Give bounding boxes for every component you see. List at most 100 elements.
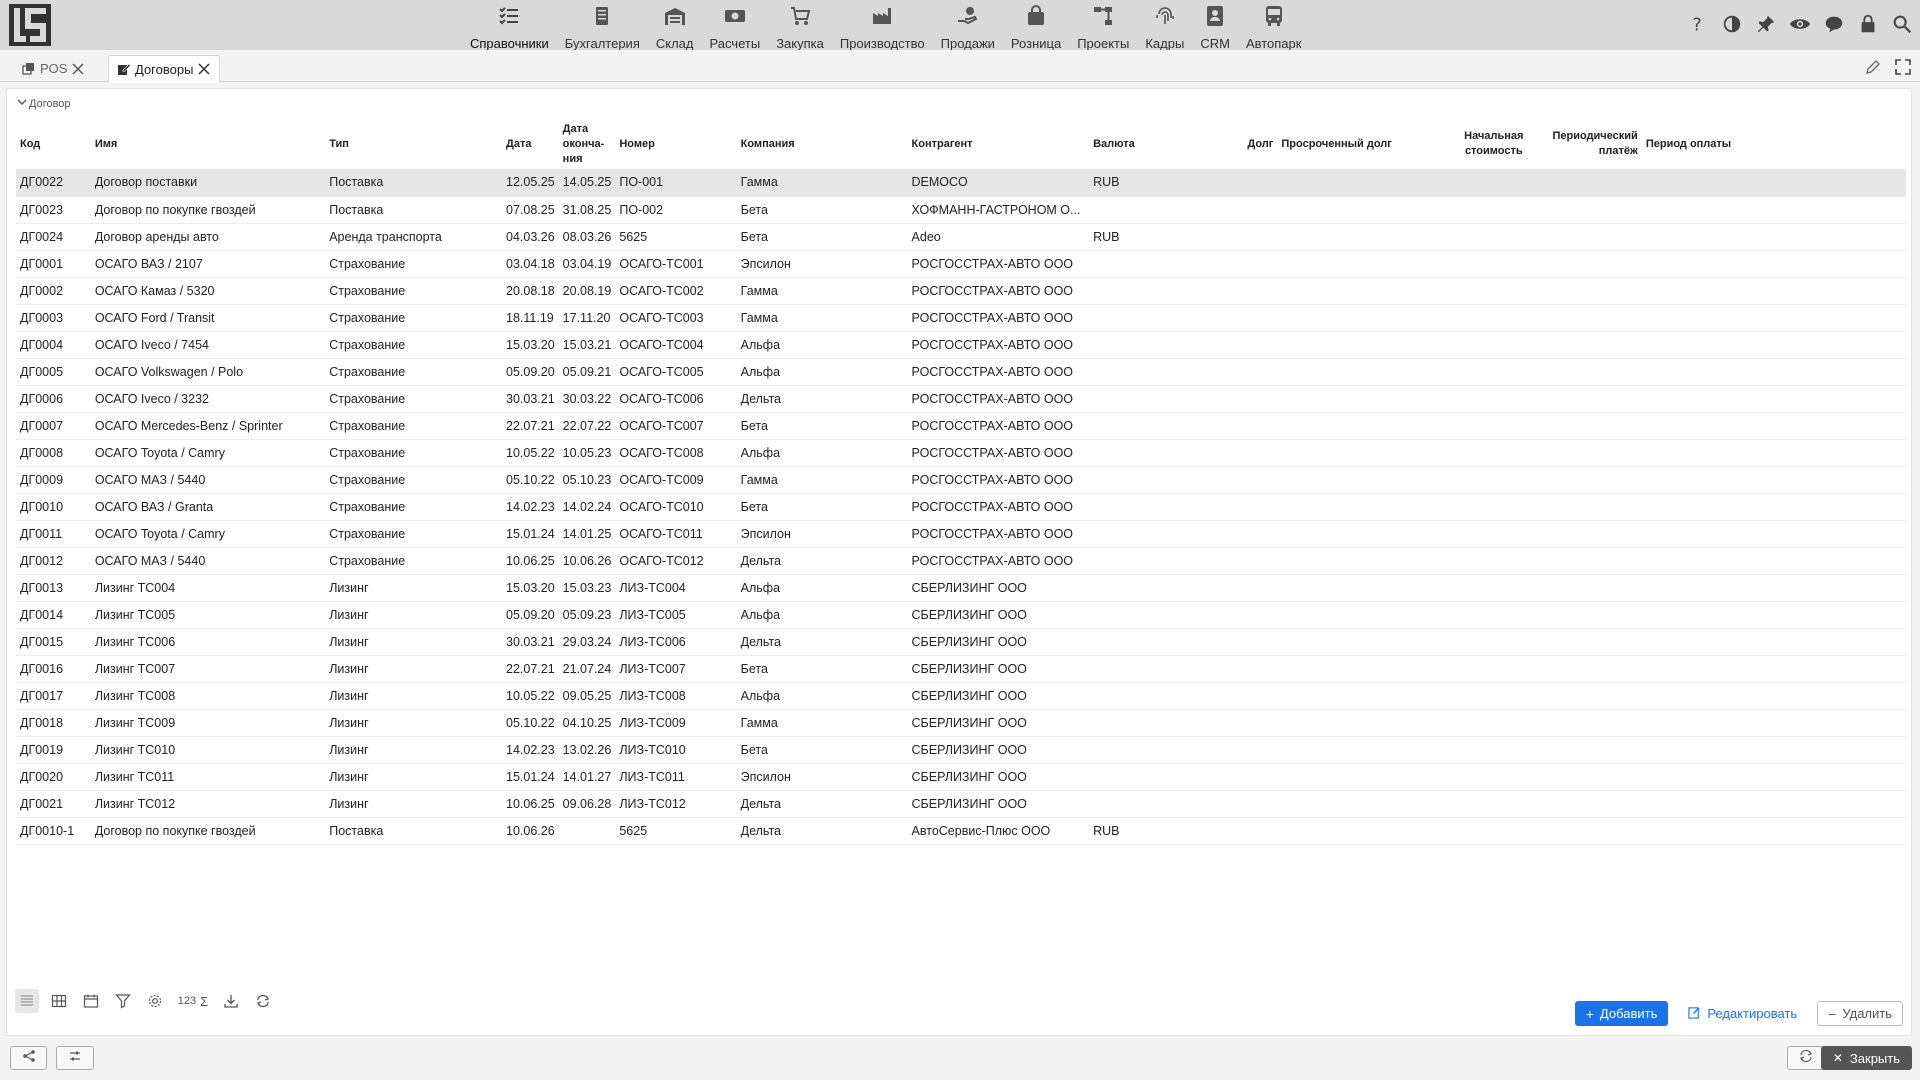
name-cell: Договор аренды авто	[90, 223, 326, 251]
pin-icon[interactable]	[1754, 12, 1778, 36]
column-header[interactable]: Периодический платёж	[1547, 119, 1642, 169]
column-header[interactable]: Компания	[737, 119, 908, 169]
table-row[interactable]: ДГ0019 Лизинг ТС010 Лизинг 14.02.23 13.02.26…	[16, 736, 1906, 764]
table-row[interactable]: ДГ0024 Договор аренды авто Аренда транспор…	[16, 223, 1906, 251]
column-header[interactable]: Начальная стоимость	[1441, 119, 1547, 169]
initial-cost-cell	[1440, 358, 1547, 386]
table-row[interactable]: ДГ0009 ОСАГО МАЗ / 5440 Страхование 05.10.2…	[16, 466, 1906, 494]
chat-icon[interactable]	[1822, 12, 1846, 36]
fullscreen-icon[interactable]	[1894, 58, 1912, 81]
search-icon[interactable]	[1890, 12, 1914, 36]
module-purchasing[interactable]: Закупка	[768, 0, 832, 51]
list-view-icon[interactable]	[15, 989, 39, 1013]
initial-cost-cell	[1440, 331, 1547, 359]
module-directories[interactable]: Справочники	[462, 0, 557, 51]
date-cell: 22.07.21	[502, 655, 559, 683]
column-header[interactable]: Код	[16, 119, 91, 169]
table-row[interactable]: ДГ0002 ОСАГО Камаз / 5320 Страхование 20.08…	[16, 277, 1906, 305]
end-date-cell: 21.07.24	[558, 655, 616, 683]
calendar-icon[interactable]	[79, 989, 103, 1013]
debt-cell	[1217, 169, 1278, 197]
close-button[interactable]: ✕ Закрыть	[1820, 1046, 1912, 1070]
date-cell: 18.11.19	[502, 304, 559, 332]
table-row[interactable]: ДГ0022 Договор поставки Поставка 12.05.25 14…	[16, 169, 1906, 197]
debt-cell	[1217, 439, 1278, 467]
eye-icon[interactable]	[1788, 12, 1812, 36]
column-header[interactable]: Имя	[91, 119, 325, 169]
column-header[interactable]: Дата оконча-ния	[559, 119, 616, 169]
type-cell: Страхование	[325, 304, 502, 332]
column-header[interactable]: Период оплаты	[1642, 119, 1906, 169]
table-row[interactable]: ДГ0016 Лизинг ТС007 Лизинг 22.07.21 21.07.24…	[16, 655, 1906, 683]
grid-view-icon[interactable]	[47, 989, 71, 1013]
end-date-cell: 15.03.23	[558, 574, 616, 602]
share-button[interactable]	[10, 1046, 47, 1070]
reload-button[interactable]	[1787, 1046, 1824, 1070]
table-row[interactable]: ДГ0014 Лизинг ТС005 Лизинг 05.09.20 05.09.23…	[16, 601, 1906, 629]
tab-contracts[interactable]: Договоры	[108, 55, 221, 83]
column-header[interactable]: Дата	[502, 119, 559, 169]
column-header[interactable]: Валюта	[1089, 119, 1218, 169]
lock-icon[interactable]	[1856, 12, 1880, 36]
table-row[interactable]: ДГ0005 ОСАГО Volkswagen / Polo Страхование…	[16, 358, 1906, 386]
table-row[interactable]: ДГ0008 ОСАГО Toyota / Camry Страхование 10.…	[16, 439, 1906, 467]
table-row[interactable]: ДГ0003 ОСАГО Ford / Transit Страхование 18.…	[16, 304, 1906, 332]
download-icon[interactable]	[219, 989, 243, 1013]
module-crm[interactable]: CRM	[1192, 0, 1238, 51]
module-sales[interactable]: Продажи	[933, 0, 1003, 51]
panel-settings-button[interactable]	[56, 1046, 94, 1070]
table-row[interactable]: ДГ0017 Лизинг ТС008 Лизинг 10.05.22 09.05.25…	[16, 682, 1906, 710]
module-retail[interactable]: Розница	[1003, 0, 1069, 51]
column-header[interactable]: Долг	[1218, 119, 1278, 169]
table-row[interactable]: ДГ0006 ОСАГО Iveco / 3232 Страхование 30.03…	[16, 385, 1906, 413]
currency-cell	[1089, 358, 1218, 386]
table-row[interactable]: ДГ0011 ОСАГО Toyota / Camry Страхование 15.…	[16, 520, 1906, 548]
table-row[interactable]: ДГ0021 Лизинг ТС012 Лизинг 10.06.25 09.06.28…	[16, 790, 1906, 818]
module-production[interactable]: Производство	[832, 0, 933, 51]
table-row[interactable]: ДГ0013 Лизинг ТС004 Лизинг 15.03.20 15.03.23…	[16, 574, 1906, 602]
module-settlements[interactable]: Расчеты	[701, 0, 768, 51]
help-icon[interactable]: ?	[1686, 12, 1710, 36]
module-hr[interactable]: Кадры	[1137, 0, 1192, 51]
section-header[interactable]: Договор	[17, 97, 71, 110]
type-cell: Лизинг	[325, 763, 502, 791]
filter-icon[interactable]	[111, 989, 135, 1013]
table-row[interactable]: ДГ0010-1 Договор по покупке гвоздей Постав…	[16, 817, 1906, 845]
column-header[interactable]: Номер	[615, 119, 736, 169]
module-warehouse[interactable]: Склад	[648, 0, 702, 51]
type-cell: Лизинг	[325, 601, 502, 629]
add-button[interactable]: + Добавить	[1574, 1001, 1669, 1026]
table-row[interactable]: ДГ0012 ОСАГО МАЗ / 5440 Страхование 10.06.2…	[16, 547, 1906, 575]
column-header[interactable]: Тип	[325, 119, 502, 169]
table-row[interactable]: ДГ0020 Лизинг ТС011 Лизинг 15.01.24 14.01.27…	[16, 763, 1906, 791]
table-row[interactable]: ДГ0018 Лизинг ТС009 Лизинг 05.10.22 04.10.25…	[16, 709, 1906, 737]
contrast-icon[interactable]	[1720, 12, 1744, 36]
close-icon[interactable]	[71, 62, 85, 76]
delete-button[interactable]: − Удалить	[1817, 1001, 1903, 1026]
number-cell: ПО-002	[615, 196, 737, 224]
tab-pos[interactable]: POS	[14, 55, 93, 82]
type-cell: Поставка	[325, 817, 502, 845]
table-row[interactable]: ДГ0015 Лизинг ТС006 Лизинг 30.03.21 29.03.24…	[16, 628, 1906, 656]
table-row[interactable]: ДГ0007 ОСАГО Mercedes-Benz / Sprinter Стра…	[16, 412, 1906, 440]
module-accounting[interactable]: Бухгалтерия	[557, 0, 648, 51]
close-icon[interactable]	[197, 62, 211, 76]
table-row[interactable]: ДГ0023 Договор по покупке гвоздей Поставка…	[16, 196, 1906, 224]
edit-button[interactable]: Редактировать	[1678, 1001, 1807, 1026]
column-header[interactable]: Просроченный долг	[1277, 119, 1440, 169]
table-row[interactable]: ДГ0004 ОСАГО Iveco / 7454 Страхование 15.03…	[16, 331, 1906, 359]
periodic-payment-cell	[1546, 412, 1642, 440]
settings-icon[interactable]	[143, 989, 167, 1013]
pencil-icon[interactable]	[1864, 58, 1882, 81]
initial-cost-cell	[1440, 277, 1547, 305]
app-logo[interactable]	[8, 3, 52, 47]
refresh-icon[interactable]	[251, 989, 275, 1013]
payment-period-cell	[1641, 574, 1906, 602]
table-row[interactable]: ДГ0001 ОСАГО ВАЗ / 2107 Страхование 03.04.1…	[16, 250, 1906, 278]
module-fleet[interactable]: Автопарк	[1238, 0, 1310, 51]
table-row[interactable]: ДГ0010 ОСАГО ВАЗ / Granta Страхование 14.02…	[16, 493, 1906, 521]
totals-toggle[interactable]: 123 Σ	[175, 989, 211, 1013]
module-projects[interactable]: Проекты	[1069, 0, 1137, 51]
column-header[interactable]: Контрагент	[908, 119, 1090, 169]
tab-bar: POS Договоры	[0, 50, 1920, 83]
